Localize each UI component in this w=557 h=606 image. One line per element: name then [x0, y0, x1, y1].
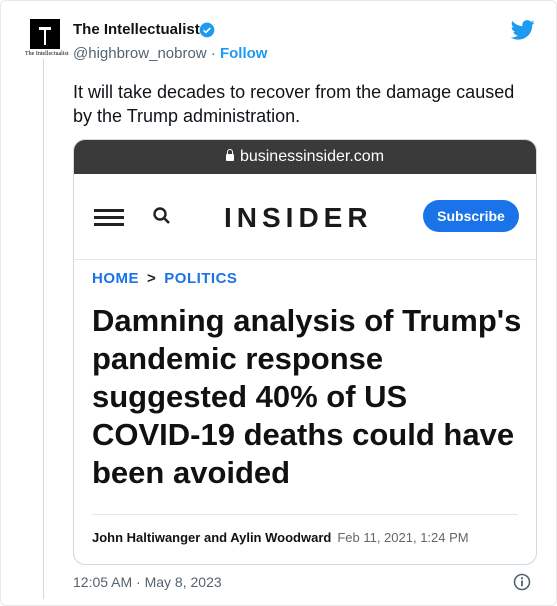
menu-icon[interactable] — [94, 209, 124, 226]
account-name[interactable]: The Intellectualist — [73, 21, 200, 38]
verified-badge-icon — [199, 22, 215, 38]
breadcrumb: HOME > POLITICS — [92, 270, 237, 287]
site-logo[interactable]: INSIDER — [224, 202, 373, 234]
article-headline: Damning analysis of Trump's pandemic res… — [92, 303, 522, 490]
article-authors: John Haltiwanger and Aylin Woodward — [92, 530, 332, 545]
account-handle-row: @highbrow_nobrow · Follow — [73, 45, 267, 62]
follow-button[interactable]: Follow — [220, 45, 268, 62]
avatar-text: The Intellectualist — [25, 51, 69, 57]
tweet-timestamp[interactable]: 12:05 AM · May 8, 2023 — [73, 574, 222, 590]
subscribe-button[interactable]: Subscribe — [423, 200, 519, 232]
byline: John Haltiwanger and Aylin Woodward Feb 1… — [92, 530, 469, 545]
tweet-embed: The Intellectualist The Intellectualist … — [0, 0, 557, 606]
info-icon[interactable] — [513, 573, 531, 591]
divider — [92, 514, 518, 515]
breadcrumb-separator: > — [147, 270, 157, 287]
breadcrumb-section[interactable]: POLITICS — [164, 270, 237, 287]
breadcrumb-home[interactable]: HOME — [92, 270, 139, 287]
tweet-text: It will take decades to recover from the… — [73, 82, 515, 126]
site-header: INSIDER Subscribe — [74, 174, 536, 260]
account-handle[interactable]: @highbrow_nobrow — [73, 45, 207, 62]
link-card[interactable]: businessinsider.com INSIDER Subscribe HO… — [73, 139, 537, 565]
avatar[interactable]: The Intellectualist — [25, 19, 69, 59]
url-bar: businessinsider.com — [74, 140, 536, 174]
lock-icon — [225, 149, 234, 161]
thread-line — [43, 59, 44, 599]
url-text: businessinsider.com — [239, 148, 385, 165]
search-icon[interactable] — [152, 206, 172, 226]
separator: · — [210, 45, 216, 62]
twitter-bird-icon[interactable] — [511, 19, 535, 41]
article-date: Feb 11, 2021, 1:24 PM — [337, 530, 469, 545]
